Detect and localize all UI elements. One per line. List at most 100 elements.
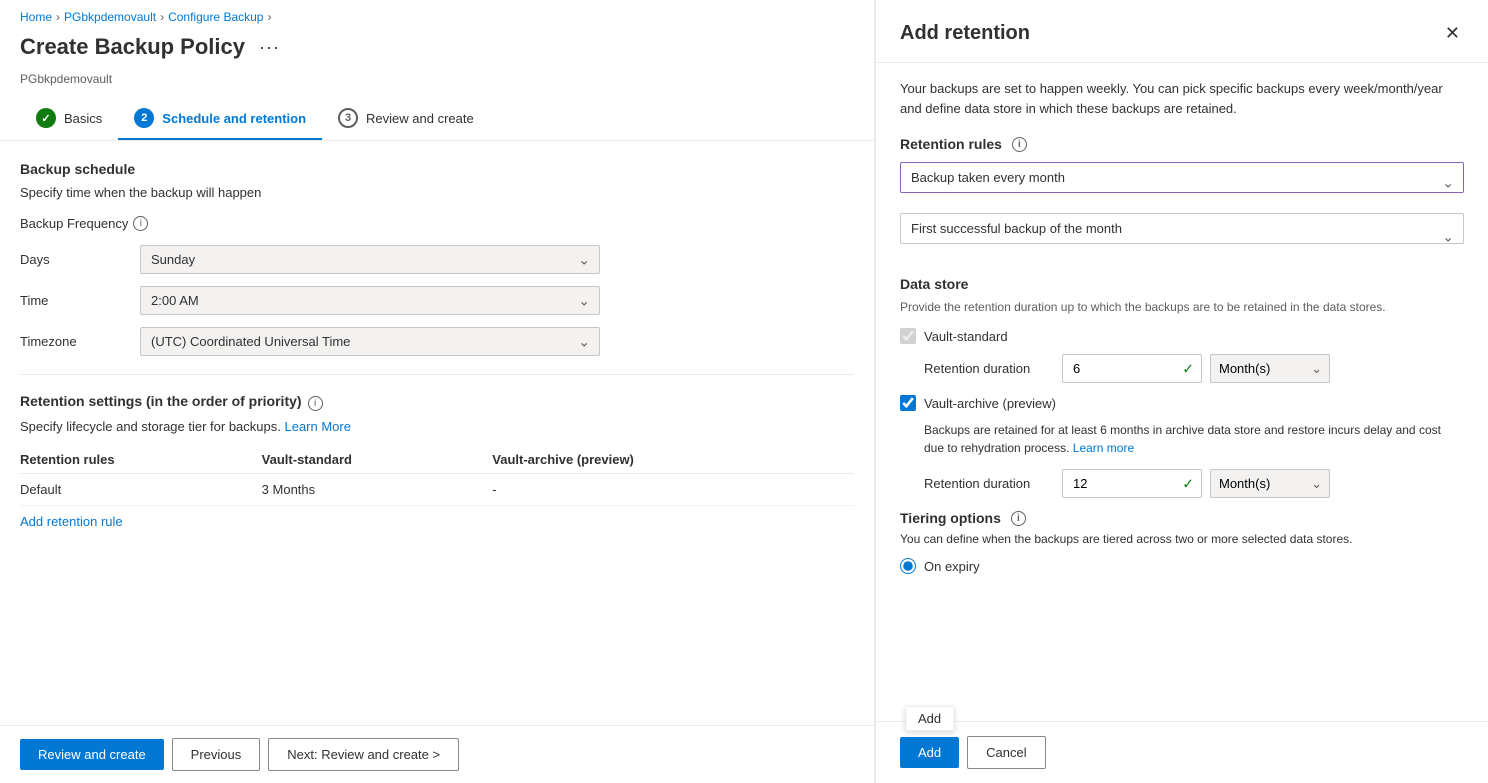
vault-archive-unit-select[interactable]: Month(s) bbox=[1210, 469, 1330, 498]
panel-description: Your backups are set to happen weekly. Y… bbox=[900, 79, 1464, 118]
bottom-bar: Review and create Previous Next: Review … bbox=[0, 725, 874, 783]
days-label: Days bbox=[20, 252, 140, 267]
timezone-select[interactable]: (UTC) Coordinated Universal Time bbox=[140, 327, 600, 356]
time-select-wrapper: 2:00 AM bbox=[140, 286, 600, 315]
breadcrumb-sep3: › bbox=[267, 10, 271, 24]
time-label: Time bbox=[20, 293, 140, 308]
on-expiry-radio-row: On expiry bbox=[900, 558, 1464, 574]
panel-title: Add retention bbox=[900, 22, 1030, 45]
retention-duration-label1: Retention duration bbox=[924, 361, 1054, 376]
timezone-select-wrapper: (UTC) Coordinated Universal Time bbox=[140, 327, 600, 356]
add-tooltip-wrapper: Add Add bbox=[900, 737, 959, 768]
timezone-label: Timezone bbox=[20, 334, 140, 349]
retention-desc: Specify lifecycle and storage tier for b… bbox=[20, 419, 854, 434]
breadcrumb-configure[interactable]: Configure Backup bbox=[168, 10, 263, 24]
frequency-info-icon: i bbox=[133, 216, 148, 231]
col-vault-archive: Vault-archive (preview) bbox=[492, 446, 854, 474]
time-select[interactable]: 2:00 AM bbox=[140, 286, 600, 315]
tab-basics-circle: ✓ bbox=[36, 108, 56, 128]
main-content: Backup schedule Specify time when the ba… bbox=[0, 141, 874, 725]
breadcrumb-home[interactable]: Home bbox=[20, 10, 52, 24]
vault-standard-unit-wrap: Month(s) bbox=[1210, 354, 1330, 383]
tab-schedule[interactable]: 2 Schedule and retention bbox=[118, 98, 322, 140]
breadcrumb: Home › PGbkpdemovault › Configure Backup… bbox=[0, 0, 874, 30]
on-expiry-radio[interactable] bbox=[900, 558, 916, 574]
vault-archive-duration-row: Retention duration ✓ Month(s) bbox=[924, 469, 1464, 498]
cancel-button[interactable]: Cancel bbox=[967, 736, 1045, 769]
tab-schedule-label: Schedule and retention bbox=[162, 111, 306, 126]
tiering-desc: You can define when the backups are tier… bbox=[900, 530, 1464, 548]
time-field-row: Time 2:00 AM bbox=[20, 286, 854, 315]
retention-settings-title: Retention settings (in the order of prio… bbox=[20, 393, 302, 409]
panel-header: Add retention ✕ bbox=[876, 0, 1488, 63]
breadcrumb-sep1: › bbox=[56, 10, 60, 24]
tabs: ✓ Basics 2 Schedule and retention 3 Revi… bbox=[0, 98, 874, 141]
archive-learn-more-link[interactable]: Learn more bbox=[1073, 441, 1134, 455]
days-select-wrapper: Sunday bbox=[140, 245, 600, 274]
vault-archive-note: Backups are retained for at least 6 mont… bbox=[924, 421, 1464, 457]
col-retention-rules: Retention rules bbox=[20, 446, 262, 474]
backup-schedule-title: Backup schedule bbox=[20, 161, 854, 177]
retention-dropdown2-wrapper: First successful backup of the month bbox=[900, 213, 1464, 260]
page-title: Create Backup Policy bbox=[20, 34, 245, 60]
vault-standard-checkbox[interactable] bbox=[900, 328, 916, 344]
vault-archive-unit-wrap: Month(s) bbox=[1210, 469, 1330, 498]
vault-standard-duration-row: Retention duration ✓ Month(s) bbox=[924, 354, 1464, 383]
breadcrumb-vault[interactable]: PGbkpdemovault bbox=[64, 10, 156, 24]
retention-info-icon: i bbox=[308, 396, 323, 411]
right-panel: Add retention ✕ Your backups are set to … bbox=[875, 0, 1488, 783]
tab-basics-label: Basics bbox=[64, 111, 102, 126]
panel-footer: Add Add Cancel bbox=[876, 721, 1488, 783]
vault-standard-input-wrap: ✓ bbox=[1062, 354, 1202, 383]
previous-button[interactable]: Previous bbox=[172, 738, 261, 771]
days-field-row: Days Sunday bbox=[20, 245, 854, 274]
close-button[interactable]: ✕ bbox=[1441, 20, 1464, 46]
retention-table: Retention rules Vault-standard Vault-arc… bbox=[20, 446, 854, 506]
datastore-title: Data store bbox=[900, 276, 1464, 292]
breadcrumb-sep2: › bbox=[160, 10, 164, 24]
vault-archive-checkbox[interactable] bbox=[900, 395, 916, 411]
vault-standard-label: Vault-standard bbox=[924, 329, 1008, 344]
left-panel: Home › PGbkpdemovault › Configure Backup… bbox=[0, 0, 875, 783]
tab-review-label: Review and create bbox=[366, 111, 474, 126]
vault-archive-label: Vault-archive (preview) bbox=[924, 396, 1056, 411]
review-create-button[interactable]: Review and create bbox=[20, 739, 164, 770]
add-button[interactable]: Add bbox=[900, 737, 959, 768]
datastore-desc: Provide the retention duration up to whi… bbox=[900, 298, 1464, 316]
timezone-field-row: Timezone (UTC) Coordinated Universal Tim… bbox=[20, 327, 854, 356]
vault-archive-duration-input[interactable] bbox=[1062, 469, 1202, 498]
row-rule: Default bbox=[20, 474, 262, 506]
retention-dropdown1[interactable]: Backup taken every month bbox=[900, 162, 1464, 193]
vault-archive-checkbox-row: Vault-archive (preview) bbox=[900, 395, 1464, 411]
vault-standard-checkbox-row: Vault-standard bbox=[900, 328, 1464, 344]
retention-dropdown2[interactable]: First successful backup of the month bbox=[900, 213, 1464, 244]
vault-archive-input-wrap: ✓ bbox=[1062, 469, 1202, 498]
add-retention-rule-link[interactable]: Add retention rule bbox=[20, 514, 123, 529]
tab-review-circle: 3 bbox=[338, 108, 358, 128]
panel-body: Your backups are set to happen weekly. Y… bbox=[876, 63, 1488, 721]
retention-rules-section: Retention rules i bbox=[900, 136, 1464, 152]
row-vault-standard: 3 Months bbox=[262, 474, 493, 506]
page-subtitle: PGbkpdemovault bbox=[0, 72, 874, 98]
retention-dropdown1-wrapper: Backup taken every month bbox=[900, 162, 1464, 203]
tab-basics[interactable]: ✓ Basics bbox=[20, 98, 118, 140]
row-vault-archive: - bbox=[492, 474, 854, 506]
retention-rules-info-icon: i bbox=[1012, 137, 1027, 152]
tiering-title: Tiering options i bbox=[900, 510, 1464, 526]
col-vault-standard: Vault-standard bbox=[262, 446, 493, 474]
page-header: Create Backup Policy ··· bbox=[0, 30, 874, 72]
days-select[interactable]: Sunday bbox=[140, 245, 600, 274]
ellipsis-button[interactable]: ··· bbox=[253, 35, 286, 60]
next-button[interactable]: Next: Review and create > bbox=[268, 738, 459, 771]
vault-standard-unit-select[interactable]: Month(s) bbox=[1210, 354, 1330, 383]
backup-frequency-label: Backup Frequency bbox=[20, 216, 128, 231]
learn-more-link[interactable]: Learn More bbox=[284, 419, 350, 434]
on-expiry-label: On expiry bbox=[924, 559, 980, 574]
tab-schedule-circle: 2 bbox=[134, 108, 154, 128]
vault-standard-duration-input[interactable] bbox=[1062, 354, 1202, 383]
backup-schedule-subtitle: Specify time when the backup will happen bbox=[20, 185, 854, 200]
tab-review[interactable]: 3 Review and create bbox=[322, 98, 490, 140]
table-row: Default 3 Months - bbox=[20, 474, 854, 506]
tiering-info-icon: i bbox=[1011, 511, 1026, 526]
retention-duration-label2: Retention duration bbox=[924, 476, 1054, 491]
